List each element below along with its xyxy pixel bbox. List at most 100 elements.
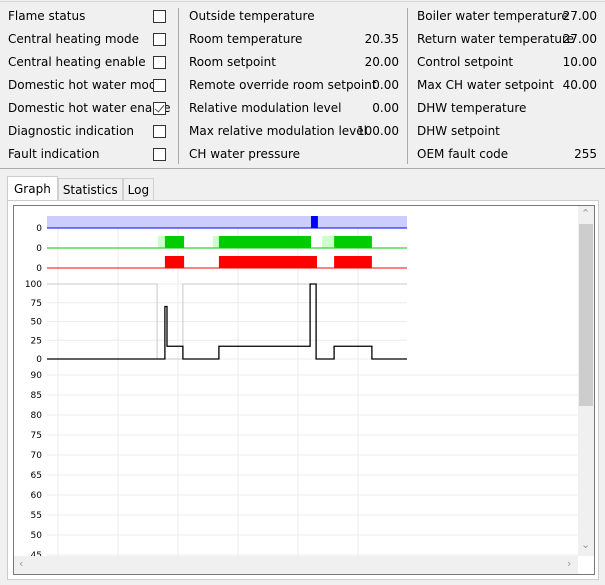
field-row: Remote override room setpoint 0.00 <box>189 74 399 97</box>
y-tick-label: 25 <box>31 336 42 346</box>
scroll-left-icon[interactable]: ‹ <box>19 557 23 570</box>
lane-bar <box>164 256 185 268</box>
graph-panel: 0 0 0 100 75 50 25 0 90 85 80 75 70 65 60 55 50 45 ⌃ ⌄ ‹ … <box>7 200 599 580</box>
field-label: Return water temperature <box>417 32 575 46</box>
field-value: 20.35 <box>364 32 399 46</box>
field-row: Domestic hot water mode <box>8 74 168 97</box>
field-label: Boiler water temperature <box>417 9 569 23</box>
lane-tick-label: 0 <box>36 244 42 254</box>
lane-bar <box>164 236 185 248</box>
field-label: Domestic hot water mode <box>8 78 164 92</box>
field-row: Room setpoint 20.00 <box>189 51 399 74</box>
field-label: Max CH water setpoint <box>417 78 554 92</box>
field-label: Relative modulation level <box>189 101 342 115</box>
y-tick-label: 75 <box>31 431 42 441</box>
lane-bar <box>218 256 317 268</box>
room-values: Outside temperature Room temperature 20.35… <box>189 5 399 166</box>
checkbox[interactable] <box>153 102 166 115</box>
field-row: Central heating enable <box>8 51 168 74</box>
field-value: 0.00 <box>372 101 399 115</box>
top-border <box>0 1 605 2</box>
lane-bar <box>334 256 372 268</box>
lane-pre-bar <box>158 236 165 248</box>
field-value: 0.00 <box>372 78 399 92</box>
lane-pre-bar <box>212 236 219 248</box>
y-tick-label: 50 <box>31 531 43 541</box>
status-flags: Flame status Central heating mode Central … <box>8 5 171 166</box>
y-tick-label: 80 <box>31 411 43 421</box>
field-row: Fault indication <box>8 143 168 166</box>
lane-bar <box>311 216 318 228</box>
checkbox[interactable] <box>153 56 166 69</box>
field-label: Outside temperature <box>189 9 315 23</box>
lane-bar <box>218 236 311 248</box>
checkbox[interactable] <box>153 125 166 138</box>
scrollbar-thumb[interactable] <box>579 224 593 406</box>
field-label: Max relative modulation level <box>189 124 367 138</box>
field-value: 10.00 <box>562 55 597 69</box>
field-row: CH water pressure <box>189 143 399 166</box>
field-row: Relative modulation level 0.00 <box>189 97 399 120</box>
scroll-up-icon[interactable]: ⌃ <box>581 207 590 220</box>
horizontal-scrollbar[interactable]: ‹ › <box>14 556 578 574</box>
separator <box>178 8 179 164</box>
checkbox[interactable] <box>153 10 166 23</box>
field-label: Control setpoint <box>417 55 514 69</box>
field-row: Flame status <box>8 5 168 28</box>
field-row: Diagnostic indication <box>8 120 168 143</box>
lane-pre-bar <box>322 236 335 248</box>
field-row: DHW setpoint <box>417 120 597 143</box>
tab-log[interactable]: Log <box>122 178 155 200</box>
field-label: Room temperature <box>189 32 303 46</box>
field-label: Central heating enable <box>8 55 146 69</box>
field-row: Outside temperature <box>189 5 399 28</box>
vertical-scrollbar[interactable]: ⌃ ⌄ <box>578 206 594 556</box>
y-tick-label: 75 <box>31 299 42 309</box>
field-row: Max relative modulation level 100.00 <box>189 120 399 143</box>
boiler-values: Boiler water temperature 27.00 Return wate… <box>417 5 597 166</box>
field-row: Room temperature 20.35 <box>189 28 399 51</box>
lane-bar <box>334 236 372 248</box>
checkbox[interactable] <box>153 33 166 46</box>
field-label: Central heating mode <box>8 32 139 46</box>
field-label: OEM fault code <box>417 147 509 161</box>
y-tick-label: 60 <box>31 491 43 501</box>
graph-view: 0 0 0 100 75 50 25 0 90 85 80 75 70 65 60 55 50 45 ⌃ ⌄ ‹ … <box>13 205 595 575</box>
tab-statistics[interactable]: Statistics <box>57 178 123 200</box>
lane-tick-label: 0 <box>36 264 42 274</box>
checkbox[interactable] <box>153 79 166 92</box>
separator <box>0 168 605 169</box>
field-value: 20.00 <box>364 55 399 69</box>
field-row: DHW temperature <box>417 97 597 120</box>
y-tick-label: 55 <box>31 511 42 521</box>
y-tick-label: 90 <box>31 371 43 381</box>
y-tick-label: 70 <box>31 451 43 461</box>
field-label: DHW temperature <box>417 101 527 115</box>
field-label: CH water pressure <box>189 147 301 161</box>
field-row: Central heating mode <box>8 28 168 51</box>
field-label: Domestic hot water enable <box>8 101 171 115</box>
field-value: 100.00 <box>357 124 399 138</box>
scroll-down-icon[interactable]: ⌄ <box>581 538 590 551</box>
y-tick-label: 65 <box>31 471 42 481</box>
field-row: OEM fault code 255 <box>417 143 597 166</box>
checkbox[interactable] <box>153 148 166 161</box>
field-row: Return water temperature 27.00 <box>417 28 597 51</box>
field-row: Control setpoint 10.00 <box>417 51 597 74</box>
field-row: Max CH water setpoint 40.00 <box>417 74 597 97</box>
field-label: Diagnostic indication <box>8 124 135 138</box>
lane-tick-label: 0 <box>36 224 42 234</box>
field-row: Domestic hot water enable <box>8 97 171 120</box>
field-label: Room setpoint <box>189 55 276 69</box>
y-tick-label: 0 <box>36 355 42 365</box>
field-label: DHW setpoint <box>417 124 500 138</box>
tab-graph[interactable]: Graph <box>7 176 58 200</box>
separator <box>407 8 408 164</box>
field-row: Boiler water temperature 27.00 <box>417 5 597 28</box>
tab-bar: Graph Statistics Log <box>7 176 155 200</box>
graph-chart: 000100755025090858075706560555045 <box>25 216 578 556</box>
y-tick-label: 100 <box>25 280 42 290</box>
y-tick-label: 50 <box>31 318 43 328</box>
scroll-right-icon[interactable]: › <box>567 557 571 570</box>
field-value: 40.00 <box>562 78 597 92</box>
